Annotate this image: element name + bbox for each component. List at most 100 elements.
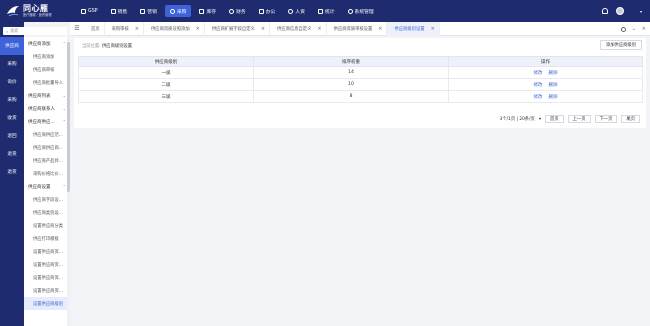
tab-home[interactable]: 首页 [84, 21, 105, 36]
nav-gsp[interactable]: GSP [76, 5, 103, 17]
submenu-item[interactable]: 供应商字段设... [24, 193, 69, 206]
submenu-item[interactable]: 供应商供应商... [24, 141, 69, 154]
tab-level-settings[interactable]: 供应商级别设置 × [387, 21, 440, 36]
delete-link[interactable]: 删除 [549, 83, 558, 88]
sidebar-item-purchase[interactable]: 采购 [0, 55, 24, 73]
submenu-item[interactable]: 采购价格比价... [24, 167, 69, 180]
sidebar-item-receive[interactable]: 收货 [0, 109, 24, 127]
chevron-down-icon[interactable]: ▾ [640, 9, 642, 14]
sidebar-item-refund-2[interactable]: 退货 [0, 163, 24, 181]
close-icon[interactable]: × [317, 26, 321, 32]
submenu-item[interactable]: 设置供应商资... [24, 245, 69, 258]
app-logo[interactable]: 同心雁 医疗器械 · 医药管理 [0, 0, 70, 22]
nav-marketing[interactable]: 营销 [135, 5, 162, 17]
supplier-level-table: 供应商级别 排序权重 操作 一级 14 修改 删除 二级 10 修改 删除 三级 8… [78, 56, 643, 103]
submenu-group-label: 供应商联系人 [28, 106, 55, 112]
submenu-item[interactable]: 供应商供应范... [24, 128, 69, 141]
nav-system[interactable]: 系统管理 [343, 5, 379, 17]
nav-inventory[interactable]: 库存 [194, 5, 221, 17]
submenu-item[interactable]: 供应商类别设... [24, 206, 69, 219]
main-content: 当前位置: 供应商级别设置 添加供应商级别 供应商级别 排序权重 操作 一级 1… [74, 38, 646, 128]
cart-icon [110, 8, 116, 14]
chevron-up-icon: ⌃ [62, 41, 66, 46]
chevron-down-icon[interactable]: ⌄ [632, 26, 636, 32]
refresh-icon[interactable] [620, 26, 626, 32]
tab-info-custom[interactable]: 供应商信息自定义 × [270, 21, 327, 36]
nav-label: 营销 [147, 9, 157, 15]
nav-purchase[interactable]: 采购 [164, 5, 192, 17]
close-icon[interactable]: × [261, 26, 265, 32]
chevron-down-icon: ⌄ [62, 106, 66, 111]
submenu-group-label: 供应商列表 [28, 93, 51, 99]
prev-page-button[interactable]: 上一页 [567, 115, 591, 123]
submenu-item[interactable]: 供应打印模板 [24, 232, 69, 245]
edit-link[interactable]: 修改 [534, 71, 543, 76]
chevron-down-icon[interactable]: ▾ [539, 117, 541, 122]
close-icon[interactable]: × [642, 26, 646, 32]
edit-link[interactable]: 修改 [534, 95, 543, 100]
nav-office[interactable]: 办公 [254, 5, 281, 17]
nav-sales[interactable]: 销售 [106, 5, 133, 17]
submenu-item[interactable]: 供应商审核 [24, 63, 69, 76]
tab-purchase-review[interactable]: 采购审核 × [105, 21, 144, 36]
nav-stats[interactable]: 统计 [313, 5, 340, 17]
nav-label: 销售 [117, 9, 128, 15]
nav-label: 办公 [265, 9, 276, 15]
nav-hr[interactable]: 人资 [283, 5, 310, 17]
submenu-item-active[interactable]: 设置供应商级别 [24, 297, 69, 310]
sidebar-item-supplier[interactable]: 供应商 [0, 37, 24, 55]
submenu-scroll-thumb[interactable] [67, 42, 70, 192]
last-page-button[interactable]: 尾页 [621, 115, 640, 123]
submenu-group[interactable]: 供应商供应... ⌃ [24, 115, 69, 128]
sidebar-item-refund[interactable]: 退货 [0, 145, 24, 163]
chevron-up-icon: ⌃ [62, 119, 66, 124]
submenu-item[interactable]: 设置供应商分类 [24, 219, 69, 232]
submenu-item[interactable]: 设置供应商资... [24, 271, 69, 284]
nav-finance[interactable]: 财务 [224, 5, 251, 17]
sidebar-item-return[interactable]: 退回 [0, 127, 24, 145]
first-page-button[interactable]: 首页 [545, 115, 564, 123]
breadcrumb: 当前位置: 供应商级别设置 [82, 43, 132, 49]
tab-label: 供应商扩展字段自定义 [211, 26, 255, 32]
submenu-item[interactable]: 设置供应商资... [24, 258, 69, 271]
tab-label: 供应商信息自定义 [277, 26, 312, 32]
edit-link[interactable]: 修改 [534, 83, 543, 88]
submenu-group[interactable]: 供应商列表 ⌄ [24, 89, 69, 102]
add-supplier-level-button[interactable]: 添加供应商级别 [599, 40, 642, 50]
submenu-group[interactable]: 供应商设置 ⌃ [24, 180, 69, 193]
briefcase-icon [258, 8, 264, 14]
sidebar-item-inquiry[interactable]: 询价 [0, 73, 24, 91]
close-icon[interactable]: × [135, 26, 139, 32]
tab-cert-add[interactable]: 供应商资质证照添加 × [144, 21, 205, 36]
close-icon[interactable]: × [378, 26, 382, 32]
breadcrumb-prefix: 当前位置: [82, 44, 101, 49]
close-icon[interactable]: × [431, 26, 435, 32]
submenu-group-label: 供应商供应... [28, 119, 55, 125]
table-row: 三级 8 修改 删除 [78, 90, 643, 103]
breadcrumb-current: 供应商级别设置 [102, 44, 133, 49]
submenu-group[interactable]: 供应商联系人 ⌄ [24, 102, 69, 115]
bell-icon[interactable] [601, 8, 608, 14]
sidebar-item-purchase-2[interactable]: 采购 [0, 91, 24, 109]
next-page-button[interactable]: 下一页 [594, 115, 618, 123]
table-row: 二级 10 修改 删除 [78, 78, 643, 91]
cell-weight: 10 [253, 78, 449, 91]
submenu-item[interactable]: 设置供应商资... [24, 284, 69, 297]
tab-cert-review-settings[interactable]: 供应商资质审核设置 × [327, 21, 388, 36]
chevron-down-icon: ⌄ [62, 93, 66, 98]
submenu-item[interactable]: 供应商添加 [24, 50, 69, 63]
submenu-group[interactable]: 供应商添加 ⌃ [24, 37, 69, 50]
avatar[interactable] [615, 7, 624, 15]
nav-label: 统计 [324, 9, 335, 15]
nav-label: 财务 [236, 9, 246, 15]
submenu-item[interactable]: 供应商批量导入 [24, 76, 69, 89]
close-icon[interactable]: × [196, 26, 200, 32]
tab-ext-fields[interactable]: 供应商扩展字段自定义 × [205, 21, 271, 36]
top-navbar: 同心雁 医疗器械 · 医药管理 GSP 销售 营销 采购 库存 财务 办公 人资… [0, 0, 650, 22]
menu-search-input[interactable]: ⌕ 搜索 [3, 27, 67, 35]
delete-link[interactable]: 删除 [549, 95, 558, 100]
submenu-item[interactable]: 供应商产品目... [24, 154, 69, 167]
menu-icon[interactable]: ☰ [70, 22, 84, 36]
pager-summary: 3个/1页 | 20条/页 [499, 117, 535, 122]
delete-link[interactable]: 删除 [549, 71, 558, 76]
